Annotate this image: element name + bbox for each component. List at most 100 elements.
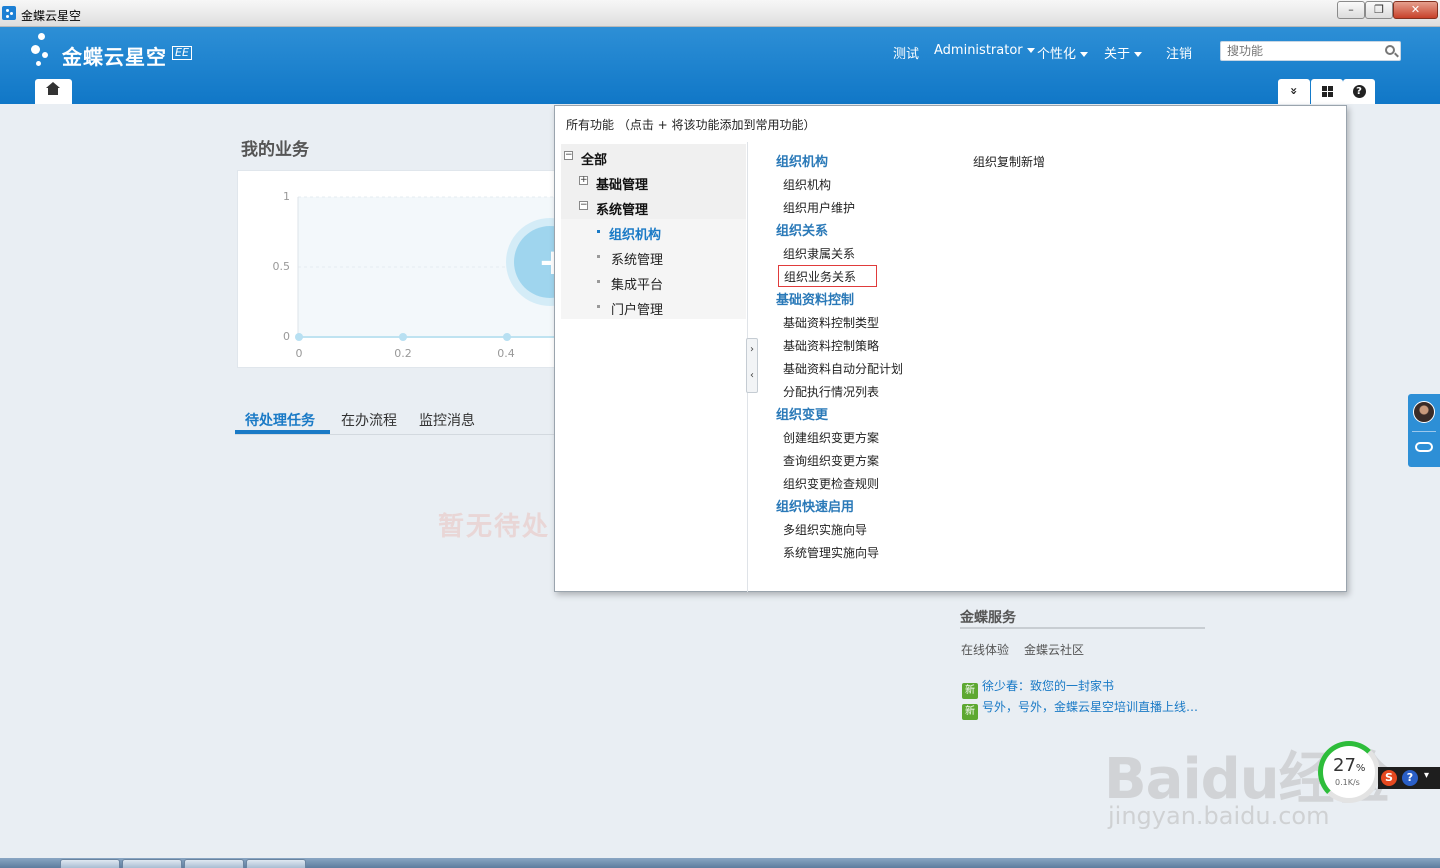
taskbar: [0, 858, 1440, 868]
window-title-bar: 金蝶云星空 – ❐ ✕: [0, 0, 1440, 27]
tree-node-root[interactable]: 全部: [581, 149, 607, 168]
expand-toggle-icon[interactable]: +: [579, 176, 588, 185]
my-business-title: 我的业务: [241, 140, 309, 160]
taskbar-button[interactable]: [60, 859, 120, 868]
tree-bullet-icon: [597, 230, 600, 233]
function-item[interactable]: 基础资料控制类型: [783, 314, 879, 331]
network-speed-meter[interactable]: 27% 0.1K/s: [1318, 741, 1380, 803]
chevron-left-icon: ‹: [750, 370, 754, 381]
caret-down-icon: [1080, 52, 1089, 57]
y-tick-label: 0: [283, 330, 290, 343]
category-org-structure: 组织机构: [776, 155, 829, 170]
function-item[interactable]: 组织复制新增: [973, 153, 1045, 170]
double-chevron-down-icon: »: [1286, 87, 1301, 95]
tree-item-integration-platform[interactable]: 集成平台: [611, 274, 663, 293]
taskbar-button[interactable]: [122, 859, 182, 868]
tree-item-org-structure[interactable]: 组织机构: [609, 224, 661, 243]
new-badge: 新: [962, 704, 978, 720]
collapse-toggle-icon[interactable]: −: [564, 151, 573, 160]
function-item[interactable]: 组织用户维护: [783, 199, 855, 216]
function-item[interactable]: 系统管理实施向导: [783, 544, 879, 561]
window-title: 金蝶云星空: [21, 9, 82, 23]
all-functions-popup: 所有功能 （点击 + 将该功能添加到常用功能） − 全部 + 基础管理 − 系统…: [554, 105, 1347, 592]
tab-in-progress-flows[interactable]: 在办流程: [341, 410, 397, 430]
tree-node-system-management[interactable]: 系统管理: [596, 199, 648, 218]
tab-pending-tasks[interactable]: 待处理任务: [245, 410, 315, 430]
all-functions-button[interactable]: [1311, 79, 1343, 104]
divider: [1412, 431, 1436, 432]
news-item[interactable]: 新徐少春：致您的一封家书: [962, 677, 1114, 699]
speed-percent: 27%: [1333, 755, 1366, 776]
x-tick-label: 0.4: [497, 347, 515, 360]
grid-icon: [1321, 86, 1333, 97]
function-item-highlighted[interactable]: 组织业务关系: [778, 265, 878, 287]
taskbar-button[interactable]: [184, 859, 244, 868]
nav-user-menu[interactable]: Administrator: [934, 43, 1035, 58]
function-search-box: [1220, 41, 1401, 61]
y-tick-label: 1: [283, 190, 290, 203]
taskbar-button[interactable]: [246, 859, 306, 868]
function-item[interactable]: 组织隶属关系: [783, 245, 855, 262]
tree-bullet-icon: [597, 305, 600, 308]
function-item[interactable]: 创建组织变更方案: [783, 429, 879, 446]
logo-dots-icon: [30, 33, 60, 73]
help-button[interactable]: ?: [1343, 79, 1375, 104]
chart-svg: 1 0.5 0 0 0.2 0.4 +: [273, 190, 568, 360]
function-search-input[interactable]: [1221, 42, 1381, 60]
tree-item-system-management[interactable]: 系统管理: [611, 249, 663, 268]
caret-down-icon: [1134, 52, 1143, 57]
app-header: 金蝶云星空 EE 测试 Administrator 个性化 关于 注销 » ?: [0, 27, 1440, 104]
service-title: 金蝶服务: [960, 607, 1205, 629]
home-tab[interactable]: [35, 79, 72, 104]
collapse-tabs-button[interactable]: »: [1278, 79, 1310, 104]
category-org-relations: 组织关系: [776, 224, 829, 239]
maximize-button[interactable]: ❐: [1365, 1, 1393, 19]
tray-menu-icon[interactable]: ▾: [1424, 770, 1429, 781]
logo-edition: EE: [172, 46, 192, 60]
nav-about-menu[interactable]: 关于: [1104, 43, 1143, 62]
tree-bullet-icon: [597, 255, 600, 258]
category-org-quick-start: 组织快速启用: [776, 500, 855, 515]
category-org-change: 组织变更: [776, 408, 829, 423]
floating-toolbar: [1408, 394, 1440, 467]
tree-item-portal-management[interactable]: 门户管理: [611, 299, 663, 318]
function-item[interactable]: 多组织实施向导: [783, 521, 867, 538]
task-tabs: 待处理任务 在办流程 监控消息: [235, 408, 565, 435]
popup-title: 所有功能 （点击 + 将该功能添加到常用功能）: [566, 118, 816, 132]
function-item[interactable]: 组织机构: [783, 176, 831, 193]
function-item[interactable]: 分配执行情况列表: [783, 383, 879, 400]
tab-monitor-messages[interactable]: 监控消息: [419, 410, 475, 430]
cloud-icon[interactable]: [1415, 442, 1433, 452]
category-basic-data-control: 基础资料控制: [776, 293, 855, 308]
function-item[interactable]: 基础资料自动分配计划: [783, 360, 903, 377]
avatar[interactable]: [1413, 401, 1435, 423]
help-icon[interactable]: ?: [1402, 770, 1418, 786]
caret-down-icon: [1026, 48, 1035, 53]
empty-tasks-text: 暂无待处: [438, 512, 551, 542]
x-tick-label: 0.2: [394, 347, 412, 360]
online-trial-link[interactable]: 在线体验: [961, 641, 1009, 658]
my-business-chart: 1 0.5 0 0 0.2 0.4 +: [237, 170, 568, 368]
x-tick-label: 0: [296, 347, 303, 360]
watermark-site: jingyan.baidu.com: [1108, 802, 1330, 830]
active-tab-indicator: [235, 430, 330, 434]
function-item[interactable]: 查询组织变更方案: [783, 452, 879, 469]
app-icon: [2, 6, 16, 20]
nav-personalize-menu[interactable]: 个性化: [1037, 43, 1089, 62]
collapse-toggle-icon[interactable]: −: [579, 201, 588, 210]
chevron-right-icon: ›: [750, 344, 754, 355]
panel-collapse-handle[interactable]: › ‹: [746, 338, 758, 393]
search-icon[interactable]: [1385, 45, 1395, 55]
y-tick-label: 0.5: [273, 260, 291, 273]
minimize-button[interactable]: –: [1337, 1, 1365, 19]
logo-text: 金蝶云星空: [62, 45, 167, 69]
nav-logout-link[interactable]: 注销: [1166, 43, 1192, 62]
chart-point: [503, 333, 511, 341]
close-button[interactable]: ✕: [1393, 1, 1438, 19]
tree-node-basic-management[interactable]: 基础管理: [596, 174, 648, 193]
function-item[interactable]: 组织变更检查规则: [783, 475, 879, 492]
nav-test-link[interactable]: 测试: [893, 43, 919, 62]
sogou-icon[interactable]: S: [1381, 770, 1397, 786]
function-item[interactable]: 基础资料控制策略: [783, 337, 879, 354]
community-link[interactable]: 金蝶云社区: [1024, 641, 1084, 658]
